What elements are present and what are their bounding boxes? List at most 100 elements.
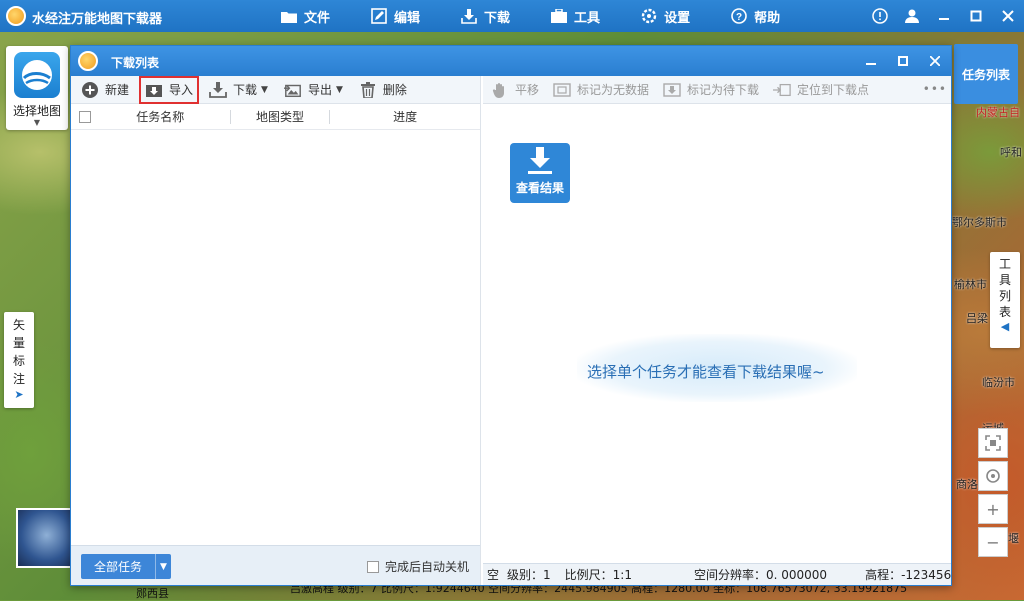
- minimize-icon[interactable]: [855, 46, 887, 76]
- tool-list-char: 工: [998, 257, 1011, 271]
- maximize-icon[interactable]: [887, 46, 919, 76]
- toolbox-icon: [550, 8, 568, 24]
- chevron-left-icon: ◀: [1000, 320, 1010, 333]
- locate-label: 定位到下载点: [797, 83, 870, 97]
- export-button[interactable]: 导出 ▼: [280, 78, 347, 102]
- result-toolbar: 平移 标记为无数据 标记为待下载 定位到下载点 •••: [483, 76, 951, 104]
- user-icon[interactable]: [896, 0, 928, 32]
- app-title: 水经注万能地图下载器: [32, 12, 163, 27]
- minimize-icon[interactable]: [928, 0, 960, 32]
- menu-help-label: 帮助: [754, 10, 781, 26]
- pan-button[interactable]: 平移: [491, 81, 539, 98]
- column-map-type[interactable]: 地图类型: [231, 109, 331, 124]
- mark-no-data-button[interactable]: 标记为无数据: [553, 81, 649, 98]
- menu-tools[interactable]: 工具: [550, 0, 600, 32]
- gear-icon: [640, 8, 658, 24]
- close-icon[interactable]: [919, 46, 951, 76]
- column-progress[interactable]: 进度: [330, 110, 480, 124]
- main-menu: 文件 编辑 下载 工具 设置 ? 帮助: [280, 0, 820, 32]
- locate-point-icon: [773, 83, 791, 97]
- dialog-title-bar[interactable]: 下载列表: [71, 46, 951, 76]
- plus-circle-icon: [81, 81, 99, 98]
- svg-text:?: ?: [736, 12, 742, 23]
- chevron-right-icon: ➤: [14, 388, 24, 401]
- vector-label-char: 标: [12, 354, 25, 368]
- import-icon: [145, 82, 163, 98]
- import-button[interactable]: 导入: [139, 75, 200, 104]
- map-place-label: 吕梁: [966, 312, 988, 325]
- download-icon: [209, 81, 227, 98]
- map-place-label: 呼和: [1000, 146, 1022, 159]
- zoom-out-icon[interactable]: −: [978, 527, 1008, 557]
- delete-label: 删除: [382, 83, 407, 97]
- view-result-button[interactable]: 查看结果: [510, 143, 570, 203]
- globe-overview-thumbnail[interactable]: [16, 508, 72, 568]
- auto-shutdown-label: 完成后自动关机: [385, 560, 470, 574]
- app-logo-icon: [6, 6, 26, 26]
- all-tasks-label: 全部任务: [93, 560, 142, 574]
- new-task-label: 新建: [105, 83, 130, 97]
- menu-file[interactable]: 文件: [280, 0, 330, 32]
- export-label: 导出: [307, 83, 332, 97]
- all-tasks-dropdown[interactable]: 全部任务 ▼: [81, 554, 171, 579]
- delete-button[interactable]: 删除: [355, 78, 411, 102]
- menu-settings-label: 设置: [664, 10, 691, 26]
- more-options-icon[interactable]: •••: [923, 82, 947, 96]
- select-map-button[interactable]: 选择地图 ▼: [6, 46, 68, 130]
- info-icon[interactable]: [864, 0, 896, 32]
- vector-label-char: 矢: [12, 318, 25, 332]
- vector-label-char: 注: [12, 372, 25, 386]
- caret-down-icon[interactable]: ▼: [336, 85, 343, 95]
- locate-icon[interactable]: [978, 461, 1008, 491]
- task-list-tab[interactable]: 任务列表: [954, 44, 1018, 104]
- tool-list-char: 表: [998, 305, 1011, 319]
- dialog-title: 下载列表: [111, 56, 160, 70]
- zoom-in-icon[interactable]: +: [978, 494, 1008, 524]
- task-list-header: 任务名称 地图类型 进度: [71, 104, 480, 130]
- menu-help[interactable]: ? 帮助: [730, 0, 780, 32]
- task-list-footer: 全部任务 ▼ 完成后自动关机: [71, 545, 480, 585]
- column-task-name[interactable]: 任务名称: [91, 109, 231, 124]
- status-prefix: 空: [487, 568, 500, 582]
- locate-download-point-button[interactable]: 定位到下载点: [773, 81, 869, 98]
- import-label: 导入: [169, 83, 194, 97]
- status-scale: 比例尺：1:1: [564, 568, 632, 582]
- select-all-checkbox[interactable]: [79, 110, 91, 123]
- empty-state-hint: 选择单个任务才能查看下载结果喔~: [587, 363, 825, 381]
- app-title-bar: 水经注万能地图下载器 文件 编辑 下载 工具 设置 ? 帮助: [0, 0, 1024, 32]
- fullscreen-icon[interactable]: [978, 428, 1008, 458]
- map-place-label: 堰: [1008, 532, 1019, 545]
- download-arrow-icon: [510, 143, 570, 179]
- window-controls: [864, 0, 1024, 32]
- menu-settings[interactable]: 设置: [640, 0, 690, 32]
- new-task-button[interactable]: 新建: [77, 78, 133, 102]
- menu-download[interactable]: 下载: [460, 0, 510, 32]
- status-resolution: 空间分辨率：0. 000000: [693, 568, 828, 582]
- download-list-dialog: 下载列表 新建 导入 下载 ▼ 导出 ▼ 删除 任务名称 地图类型 进度 全部任…: [70, 45, 952, 586]
- task-toolbar: 新建 导入 下载 ▼ 导出 ▼ 删除: [71, 75, 480, 104]
- close-icon[interactable]: [992, 0, 1024, 32]
- hand-icon: [491, 82, 509, 98]
- map-source-logo-icon: [14, 52, 60, 98]
- vector-annotation-panel[interactable]: 矢 量 标 注 ➤: [4, 312, 34, 408]
- map-zoom-controls: + −: [978, 428, 1008, 560]
- export-image-icon: [283, 82, 302, 98]
- auto-shutdown-checkbox[interactable]: [367, 560, 379, 573]
- maximize-icon[interactable]: [960, 0, 992, 32]
- caret-down-icon[interactable]: ▼: [155, 554, 171, 579]
- result-preview-pane: 平移 标记为无数据 标记为待下载 定位到下载点 ••• 查看结果 选择单个任务才…: [483, 76, 951, 585]
- auto-shutdown-option[interactable]: 完成后自动关机: [367, 558, 469, 575]
- tool-list-char: 具: [998, 273, 1011, 287]
- map-place-label: 鄂尔多斯市: [952, 216, 1007, 229]
- download-button[interactable]: 下载 ▼: [205, 78, 272, 102]
- menu-edit[interactable]: 编辑: [370, 0, 420, 32]
- map-place-label: 内蒙古自: [976, 106, 1020, 119]
- download-label: 下载: [233, 83, 258, 97]
- menu-download-label: 下载: [484, 10, 511, 26]
- tool-list-panel[interactable]: 工 具 列 表 ◀: [990, 252, 1020, 348]
- mark-pending-button[interactable]: 标记为待下载: [663, 81, 759, 98]
- dialog-logo-icon: [78, 51, 98, 71]
- map-place-label: 郧西县: [136, 587, 169, 600]
- select-map-label: 选择地图: [12, 104, 61, 118]
- caret-down-icon[interactable]: ▼: [261, 85, 268, 95]
